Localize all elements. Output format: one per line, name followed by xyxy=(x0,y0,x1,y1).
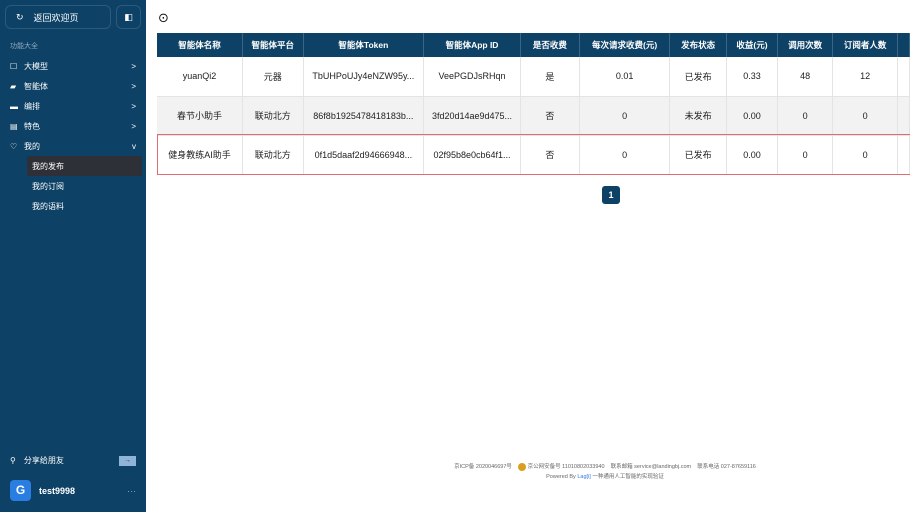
subnav-my-corpus[interactable]: 我的语料 xyxy=(27,196,142,216)
table-cell: 0 xyxy=(832,96,899,136)
table-cell: 12 xyxy=(832,57,899,97)
nav-item-mine[interactable]: ♡ 我的 v xyxy=(0,136,146,156)
table-cell: 否 xyxy=(520,96,580,136)
table-cell: 0.00 xyxy=(726,96,779,136)
table-cell: 0.33 xyxy=(726,57,779,97)
agents-table: 智能体名称 智能体平台 智能体Token 智能体App ID 是否收费 每次请求收费(元)… xyxy=(157,33,910,175)
chat-icon: ☐ xyxy=(10,61,18,71)
table-row[interactable]: 春节小助手 联动北方 86f8b1925478418183b... 3fd20d14a… xyxy=(157,96,910,136)
table-cell: 联动北方 xyxy=(242,96,304,136)
share-row[interactable]: ⚲ 分享给朋友 → xyxy=(10,455,136,466)
lagi-link[interactable]: Lag[i] xyxy=(577,474,590,480)
table-cell: 0 xyxy=(832,135,899,175)
share-arrow-icon[interactable]: → xyxy=(119,455,136,466)
table-cell: 0f1d5daaf2d94666948... xyxy=(303,135,425,175)
table-cell: 3fd20d14ae9d475... xyxy=(423,96,521,136)
table-cell: 是 xyxy=(520,57,580,97)
column-header: 调用次数 xyxy=(777,33,834,57)
nav-item-orchestration[interactable]: ▬ 编排 > xyxy=(0,96,146,116)
more-icon[interactable]: ··· xyxy=(127,486,136,496)
column-header: 收益(元) xyxy=(726,33,779,57)
refresh-icon: ↻ xyxy=(16,11,24,22)
table-cell: 0 xyxy=(579,96,671,136)
table-cell: yuanQi2 xyxy=(157,57,244,97)
table-cell: 已发布 xyxy=(669,135,727,175)
table-row[interactable]: 健身教练AI助手 联动北方 0f1d5daaf2d94666948... 02f95b… xyxy=(157,135,910,175)
table-cell: 未发布 xyxy=(669,96,727,136)
table-cell: 02f95b8e0cb64f1... xyxy=(423,135,521,175)
column-header: 是否收费 xyxy=(520,33,580,57)
table-cell: 健身教练AI助手 xyxy=(157,135,244,175)
column-header: 智能体Token xyxy=(303,33,425,57)
subnav-my-subscriptions[interactable]: 我的订阅 xyxy=(27,176,142,196)
table-cell: 0 xyxy=(777,96,834,136)
nav-item-agents[interactable]: ▰ 智能体 > xyxy=(0,76,146,96)
column-header: 智能体名称 xyxy=(157,33,244,57)
nav-item-models[interactable]: ☐ 大模型 > xyxy=(0,56,146,76)
user-row[interactable]: Gtest9998 ··· xyxy=(10,480,136,501)
table-cell: 0 xyxy=(579,135,671,175)
column-header: 订阅者人数 xyxy=(832,33,899,57)
sidebar: ↻ 返回欢迎页 ◧ 功能大全 ☐ 大模型 > ▰ 智能体 > ▬ 编排 > ▤ 特色 > ♡ 我的 v… xyxy=(0,0,146,512)
subnav-my-published[interactable]: 我的发布 xyxy=(27,156,142,176)
back-to-welcome-button[interactable]: ↻ 返回欢迎页 xyxy=(5,5,111,29)
nav-item-features[interactable]: ▤ 特色 > xyxy=(0,116,146,136)
back-arrow-icon[interactable]: ⊙ xyxy=(158,10,169,26)
table-cell xyxy=(897,57,910,97)
table-cell: 已发布 xyxy=(669,57,727,97)
table-cell: 86f8b1925478418183b... xyxy=(303,96,425,136)
column-header: 智能体平台 xyxy=(242,33,304,57)
section-label: 功能大全 xyxy=(10,43,38,50)
table-cell: 0.01 xyxy=(579,57,671,97)
table-row[interactable]: yuanQi2 元器 TbUHPoUJy4eNZW95y... VeePGDJsRHq… xyxy=(157,57,910,97)
folder-icon: ▰ xyxy=(10,81,17,91)
table-cell: 0.00 xyxy=(726,135,779,175)
chevron-right-icon: > xyxy=(131,61,136,71)
table-cell xyxy=(897,96,910,136)
column-header xyxy=(897,33,910,57)
column-header: 每次请求收费(元) xyxy=(579,33,671,57)
calendar-icon: ▤ xyxy=(10,121,18,131)
table-cell: 元器 xyxy=(242,57,304,97)
chevron-right-icon: > xyxy=(131,121,136,131)
footer: 京ICP备 2020046697号 京公网安备号 11010802033940 … xyxy=(454,462,756,480)
table-cell: 48 xyxy=(777,57,834,97)
table-cell: 春节小助手 xyxy=(157,96,244,136)
table-cell xyxy=(897,135,910,175)
chevron-right-icon: > xyxy=(131,81,136,91)
column-header: 智能体App ID xyxy=(423,33,521,57)
screen-icon: ▬ xyxy=(10,101,18,111)
avatar: G xyxy=(10,480,31,501)
table-cell: 否 xyxy=(520,135,580,175)
sidebar-toggle-button[interactable]: ◧ xyxy=(116,5,141,29)
table-cell: 0 xyxy=(777,135,834,175)
shield-icon: ♡ xyxy=(10,141,18,151)
column-header: 发布状态 xyxy=(669,33,727,57)
panel-icon: ◧ xyxy=(124,11,133,22)
chevron-right-icon: > xyxy=(131,101,136,111)
police-badge-icon xyxy=(518,462,527,471)
user-icon: ⚲ xyxy=(10,456,16,465)
table-cell: VeePGDJsRHqn xyxy=(423,57,521,97)
chevron-down-icon: v xyxy=(132,141,136,151)
page-1-button[interactable]: 1 xyxy=(602,186,620,204)
table-cell: TbUHPoUJy4eNZW95y... xyxy=(303,57,425,97)
table-cell: 联动北方 xyxy=(242,135,304,175)
